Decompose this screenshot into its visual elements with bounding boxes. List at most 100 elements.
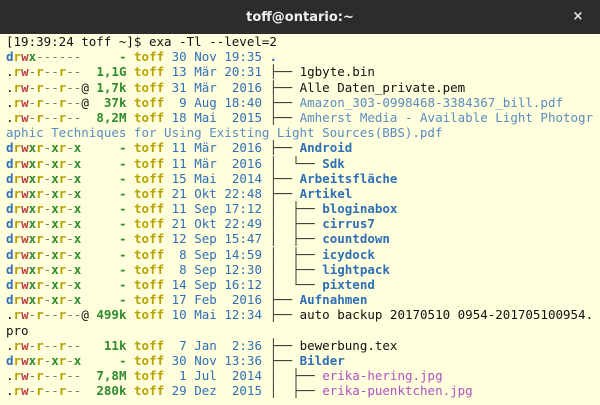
file-name: icydock: [322, 246, 375, 262]
list-item: .rw-r--r-- 7,8M toff 1 Jul 2014 │ ├── er…: [6, 368, 600, 383]
file-name: erika-puenktchen.jpg: [322, 383, 473, 399]
file-size: -: [96, 49, 127, 65]
list-item: drwxr-xr-x - toff 8 Sep 12:30 │ ├── ligh…: [6, 262, 600, 277]
file-size: 280k: [96, 383, 127, 399]
tree-branch: ├──: [269, 79, 300, 95]
file-size: 11k: [96, 337, 127, 353]
file-size: -: [96, 246, 127, 262]
xattr-marker: [81, 292, 89, 307]
permissions: drwxr-xr-x: [6, 170, 82, 186]
file-date: 31 Mär 2016: [171, 79, 262, 95]
file-owner: toff: [134, 201, 165, 217]
tree-branch: ├──: [269, 185, 300, 201]
permissions: .rw-r--r--: [6, 79, 82, 95]
file-size: -: [96, 185, 127, 201]
list-item: drwxr-xr-x - toff 15 Mai 2014 ├── Arbeit…: [6, 171, 600, 186]
xattr-marker: [81, 247, 89, 262]
file-name: lightpack: [322, 261, 390, 277]
file-size: 37k: [96, 94, 127, 110]
tree-branch: ├──: [269, 353, 300, 368]
xattr-marker: [81, 262, 89, 277]
file-name: Amherst Media - Available Light Photogra…: [6, 109, 594, 141]
file-date: 11 Sep 17:12: [171, 201, 262, 217]
file-owner: toff: [134, 49, 165, 65]
file-date: 21 Okt 22:49: [171, 216, 262, 232]
permissions: .rw-r--r--: [6, 337, 82, 353]
list-item: .rw-r--r-- 11k toff 7 Jan 2:36 ├── bewer…: [6, 338, 600, 353]
xattr-marker: [81, 201, 89, 216]
tree-branch: │ └──: [269, 155, 323, 171]
file-owner: toff: [134, 79, 165, 95]
file-owner: toff: [134, 185, 165, 201]
tree-branch: ├──: [269, 307, 300, 323]
xattr-marker: [81, 353, 89, 368]
permissions: drwxr-xr-x: [6, 353, 82, 368]
list-item: .rw-r--r--@ 499k toff 10 Mai 12:34 ├── a…: [6, 307, 594, 337]
file-size: 499k: [96, 307, 127, 323]
xattr-marker: @: [81, 307, 89, 323]
permissions: drwxr-xr-x: [6, 140, 82, 156]
file-size: 1,1G: [96, 64, 127, 80]
permissions: drwxr-xr-x: [6, 155, 82, 171]
xattr-marker: [81, 368, 89, 383]
file-name: cirrus7: [322, 216, 375, 232]
xattr-marker: [81, 156, 89, 171]
xattr-marker: [81, 64, 89, 79]
file-owner: toff: [134, 292, 165, 308]
file-name: .: [269, 49, 278, 65]
file-date: 21 Okt 22:48: [171, 185, 262, 201]
file-owner: toff: [134, 307, 165, 323]
permissions: .rw-r--r--: [6, 307, 82, 323]
file-size: 8,2M: [96, 109, 127, 125]
permissions: .rw-r--r--: [6, 383, 82, 399]
permissions: drwxr-xr-x: [6, 277, 82, 293]
tree-branch: │ └──: [269, 277, 323, 293]
title-bar: toff@ontario:~ ×: [0, 0, 600, 34]
permissions: .rw-r--r--: [6, 109, 82, 125]
file-size: -: [96, 292, 127, 308]
tree-branch: │ ├──: [269, 261, 323, 277]
file-size: -: [96, 277, 127, 293]
permissions: drwxr-xr-x: [6, 246, 82, 262]
close-icon[interactable]: ×: [570, 9, 586, 25]
tree-branch: │ ├──: [269, 383, 323, 399]
tree-branch: ├──: [269, 170, 300, 186]
file-size: -: [96, 353, 127, 368]
file-date: 10 Mai 12:34: [171, 307, 262, 323]
file-owner: toff: [134, 353, 165, 368]
permissions: .rw-r--r--: [6, 94, 82, 110]
file-name: Bilder: [299, 353, 345, 368]
file-owner: toff: [134, 64, 165, 80]
file-owner: toff: [134, 261, 165, 277]
file-name: bloginabox: [322, 201, 398, 217]
file-size: -: [96, 201, 127, 217]
file-size: -: [96, 155, 127, 171]
list-item: drwx------ - toff 30 Nov 19:35 .: [6, 49, 600, 64]
file-owner: toff: [134, 231, 165, 247]
tree-branch: │ ├──: [269, 246, 323, 262]
file-name: bewerbung.tex: [299, 337, 398, 353]
file-date: 11 Mär 2016: [171, 155, 262, 171]
file-date: 1 Jul 2014: [171, 368, 262, 384]
list-item: .rw-r--r-- 1,1G toff 13 Mär 20:31 ├── 1g…: [6, 64, 600, 79]
file-date: 18 Mai 2015: [171, 109, 262, 125]
xattr-marker: [81, 383, 89, 398]
file-size: -: [96, 261, 127, 277]
tree-branch: │ ├──: [269, 368, 323, 384]
file-name: erika-hering.jpg: [322, 368, 443, 384]
permissions: drwxr-xr-x: [6, 292, 82, 308]
file-owner: toff: [134, 383, 165, 399]
file-owner: toff: [134, 216, 165, 232]
file-size: -: [96, 170, 127, 186]
list-item: drwxr-xr-x - toff 11 Mär 2016 ├── Androi…: [6, 140, 600, 155]
tree-branch: │ ├──: [269, 201, 323, 217]
list-item: drwxr-xr-x - toff 12 Sep 15:47 │ ├── cou…: [6, 231, 600, 246]
file-date: 29 Dez 2015: [171, 383, 262, 399]
tree-branch: │ ├──: [269, 231, 323, 247]
file-name: Android: [299, 140, 353, 156]
xattr-marker: [81, 49, 89, 64]
xattr-marker: [81, 171, 89, 186]
terminal-output[interactable]: [19:39:24 toff ~]$ exa -Tl --level=2 drw…: [6, 34, 600, 405]
file-name: Aufnahmen: [299, 292, 368, 308]
xattr-marker: [81, 110, 89, 125]
